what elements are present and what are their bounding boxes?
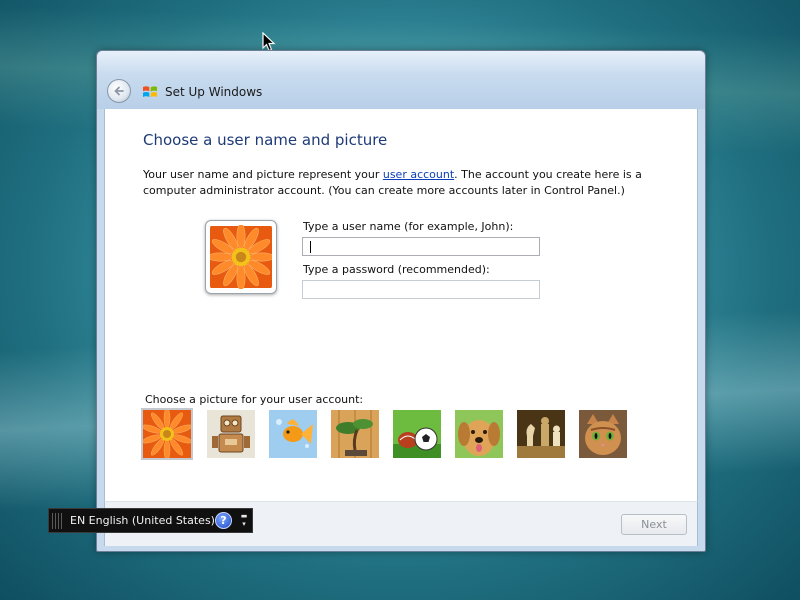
help-icon[interactable]: ? [215, 512, 232, 529]
username-input[interactable] [302, 237, 540, 256]
picture-option-soccer-ball[interactable] [393, 410, 441, 458]
input-language-selector[interactable]: EN English (United States) [70, 514, 215, 527]
picture-chooser-label: Choose a picture for your user account: [145, 393, 364, 406]
selected-picture-preview [205, 220, 277, 294]
picture-option-chess[interactable] [517, 410, 565, 458]
language-bar[interactable]: EN English (United States) ? ▬ ▾ [48, 508, 253, 533]
back-button[interactable] [107, 79, 131, 103]
language-bar-options-icon[interactable]: ▬ ▾ [239, 512, 249, 530]
page-heading: Choose a user name and picture [143, 131, 388, 149]
title-bar: Set Up Windows [97, 51, 705, 109]
password-label: Type a password (recommended): [303, 263, 490, 276]
bonsai-picture [331, 410, 379, 458]
picture-chooser [141, 408, 663, 462]
mouse-pointer-icon [262, 32, 276, 52]
user-account-link[interactable]: user account [383, 168, 454, 181]
window-title: Set Up Windows [165, 85, 263, 99]
language-bar-grip[interactable] [52, 513, 64, 529]
picture-option-robot[interactable] [207, 410, 255, 458]
picture-option-kitten[interactable] [579, 410, 627, 458]
fish-picture [269, 410, 317, 458]
description-part: Your user name and picture represent you… [143, 168, 383, 181]
picture-option-flower[interactable] [141, 408, 193, 460]
windows-logo-icon [143, 86, 157, 98]
soccer-ball-picture [393, 410, 441, 458]
next-button[interactable]: Next [621, 514, 687, 535]
picture-option-dog[interactable] [455, 410, 503, 458]
picture-option-bonsai[interactable] [331, 410, 379, 458]
content-pane: Choose a user name and picture Your user… [104, 109, 698, 501]
password-input[interactable] [302, 280, 540, 299]
dog-picture [455, 410, 503, 458]
back-arrow-icon [114, 86, 124, 96]
description-text: Your user name and picture represent you… [143, 167, 663, 199]
picture-option-fish[interactable] [269, 410, 317, 458]
flower-picture [143, 410, 191, 458]
setup-window: Set Up Windows Choose a user name and pi… [96, 50, 706, 552]
robot-picture [207, 410, 255, 458]
text-caret [310, 241, 311, 253]
username-label: Type a user name (for example, John): [303, 220, 514, 233]
chess-picture [517, 410, 565, 458]
kitten-picture [579, 410, 627, 458]
flower-picture [210, 225, 272, 289]
